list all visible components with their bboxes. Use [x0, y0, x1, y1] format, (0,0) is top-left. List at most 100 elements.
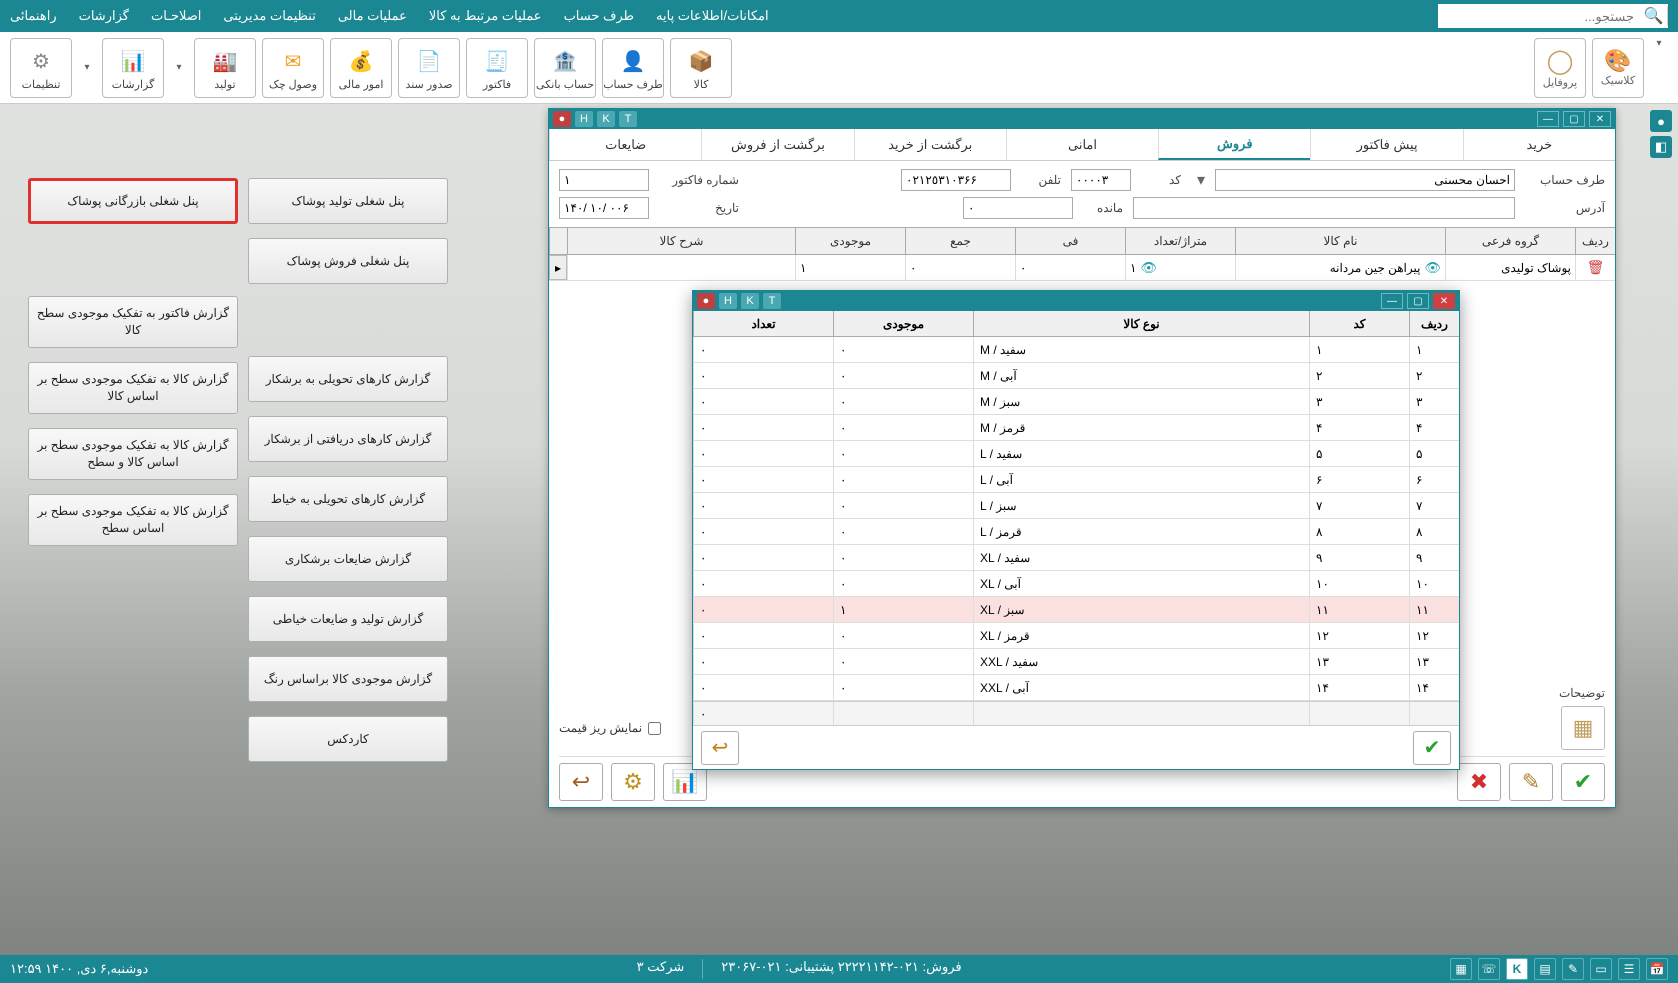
popup-row[interactable]: ١٣١٣XXL / سفید٠٠ — [693, 649, 1459, 675]
popup-dot-icon[interactable]: ● — [697, 293, 715, 309]
eye-icon-2[interactable]: 👁 — [1140, 260, 1157, 276]
tab-buy[interactable]: خرید — [1463, 129, 1615, 160]
popup-row[interactable]: ١١١١XL / سبز١٠ — [693, 597, 1459, 623]
popup-maximize[interactable]: ▢ — [1407, 293, 1429, 309]
search-input[interactable] — [1440, 5, 1640, 27]
kod-input[interactable] — [1071, 169, 1131, 191]
popup-row[interactable]: ٣٣M / سبز٠٠ — [693, 389, 1459, 415]
panel1-btn-2[interactable]: گزارش کالا به تفکیک موجودی سطح بر اساس ک… — [28, 362, 238, 414]
panel2-btn-3[interactable]: گزارش کارهای دریافتی از برشکار — [248, 416, 448, 462]
date-input[interactable] — [559, 197, 649, 219]
toolbar-settings[interactable]: ⚙تنظیمات — [10, 38, 72, 98]
status-icon-8[interactable]: 📅 — [1646, 958, 1668, 980]
classic-button[interactable]: 🎨 کلاسیک — [1592, 38, 1644, 98]
tel-input[interactable] — [901, 169, 1011, 191]
popup-exit-button[interactable]: ↩ — [701, 731, 739, 765]
status-icon-6[interactable]: ▭ — [1590, 958, 1612, 980]
popup-close[interactable]: ✕ — [1433, 293, 1455, 309]
panel2-btn-8[interactable]: کاردکس — [248, 716, 448, 762]
dot-icon[interactable]: ● — [553, 111, 571, 127]
close-button[interactable]: ✕ — [1589, 111, 1611, 127]
save-button[interactable]: ✔ — [1561, 763, 1605, 801]
popup-row[interactable]: ١۴١۴XXL / آبی٠٠ — [693, 675, 1459, 701]
edit-button[interactable]: ✎ — [1509, 763, 1553, 801]
grid-icon[interactable]: ▦ — [1561, 706, 1605, 750]
tab-waste[interactable]: ضایعات — [549, 129, 701, 160]
popup-row[interactable]: ٧٧L / سبز٠٠ — [693, 493, 1459, 519]
status-icon-4[interactable]: ▤ — [1534, 958, 1556, 980]
tab-return-sale[interactable]: برگشت از فروش — [701, 129, 853, 160]
menu-help[interactable]: راهنمائی — [10, 8, 57, 24]
toolbar-drop-production[interactable]: ▾ — [170, 38, 188, 98]
toolbar-cheque[interactable]: ✉وصول چک — [262, 38, 324, 98]
menu-finance[interactable]: عملیات مالی — [338, 8, 407, 24]
toolbar-sanad[interactable]: 📄صدور سند — [398, 38, 460, 98]
panel2-btn-0[interactable]: پنل شغلی تولید پوشاک — [248, 178, 448, 224]
status-icon-5[interactable]: ✎ — [1562, 958, 1584, 980]
title-btn-t[interactable]: T — [619, 111, 637, 127]
invoice-no-input[interactable] — [559, 169, 649, 191]
popup-grid-body[interactable]: ١١M / سفید٠٠٢٢M / آبی٠٠٣٣M / سبز٠٠۴۴M / … — [693, 337, 1459, 701]
menu-reports[interactable]: گزارشات — [79, 8, 129, 24]
panel2-btn-7[interactable]: گزارش موجودی کالا براساس رنگ — [248, 656, 448, 702]
panel2-btn-5[interactable]: گزارش ضایعات برشکاری — [248, 536, 448, 582]
exit-button[interactable]: ↩ — [559, 763, 603, 801]
side-user-icon[interactable]: ◧ — [1650, 136, 1672, 158]
toolbar-taraf[interactable]: 👤طرف حساب — [602, 38, 664, 98]
menu-admin[interactable]: تنظیمات مدیریتی — [223, 8, 315, 24]
popup-row[interactable]: ١٠١٠XL / آبی٠٠ — [693, 571, 1459, 597]
title-btn-k[interactable]: K — [597, 111, 615, 127]
toolbar-kala[interactable]: 📦کالا — [670, 38, 732, 98]
popup-btn-k[interactable]: K — [741, 293, 759, 309]
popup-minimize[interactable]: — — [1381, 293, 1403, 309]
status-icon-1[interactable]: ▦ — [1450, 958, 1472, 980]
panel1-btn-0[interactable]: پنل شغلی بازرگانی پوشاک — [28, 178, 238, 224]
toolbar-finance[interactable]: 💰امور مالی — [330, 38, 392, 98]
panel2-btn-4[interactable]: گزارش کارهای تحویلی به خیاط — [248, 476, 448, 522]
status-icon-2[interactable]: ☏ — [1478, 958, 1500, 980]
menu-correct[interactable]: اصلاحـات — [151, 8, 201, 24]
popup-btn-t[interactable]: T — [763, 293, 781, 309]
address-input[interactable] — [1133, 197, 1515, 219]
popup-row[interactable]: ٨٨L / قرمز٠٠ — [693, 519, 1459, 545]
popup-row[interactable]: ١١M / سفید٠٠ — [693, 337, 1459, 363]
menu-taraf[interactable]: طرف حساب — [564, 8, 634, 24]
tab-preinvoice[interactable]: پیش فاکتور — [1310, 129, 1462, 160]
tab-return-buy[interactable]: برگشت از خرید — [854, 129, 1006, 160]
dropdown-icon[interactable]: ▾ — [1191, 170, 1205, 190]
toolbar-bank[interactable]: 🏦حساب بانکی — [534, 38, 596, 98]
menu-basics[interactable]: امکانات/اطلاعات پایه — [656, 8, 769, 24]
mande-input[interactable] — [963, 197, 1073, 219]
toolbar-production[interactable]: 🏭تولید — [194, 38, 256, 98]
panel1-btn-3[interactable]: گزارش کالا به تفکیک موجودی سطح بر اساس ک… — [28, 428, 238, 480]
taraf-input[interactable] — [1215, 169, 1515, 191]
delete-button[interactable]: ✖ — [1457, 763, 1501, 801]
profile-drop-icon[interactable]: ▾ — [1650, 38, 1668, 49]
tab-consignment[interactable]: امانی — [1006, 129, 1158, 160]
toolbar-reports[interactable]: 📊گزارشات — [102, 38, 164, 98]
eye-icon[interactable]: 👁 — [1424, 260, 1441, 276]
trash-icon[interactable]: 🗑 — [1587, 259, 1605, 276]
toolbar-drop-reports[interactable]: ▾ — [78, 38, 96, 98]
search-icon[interactable]: 🔍 — [1640, 6, 1668, 26]
status-icon-k[interactable]: K — [1506, 958, 1528, 980]
popup-row[interactable]: ٩٩XL / سفید٠٠ — [693, 545, 1459, 571]
side-info-icon[interactable]: ● — [1650, 110, 1672, 132]
tab-sale[interactable]: فروش — [1158, 129, 1310, 160]
popup-row[interactable]: ۶۶L / آبی٠٠ — [693, 467, 1459, 493]
title-btn-h[interactable]: H — [575, 111, 593, 127]
popup-row[interactable]: ۴۴M / قرمز٠٠ — [693, 415, 1459, 441]
panel2-btn-6[interactable]: گزارش تولید و ضایعات خیاطی — [248, 596, 448, 642]
popup-btn-h[interactable]: H — [719, 293, 737, 309]
popup-row[interactable]: ۵۵L / سفید٠٠ — [693, 441, 1459, 467]
panel2-btn-1[interactable]: پنل شغلی فروش پوشاک — [248, 238, 448, 284]
profile-button[interactable]: ◯ پروفایل — [1534, 38, 1586, 98]
popup-row[interactable]: ٢٢M / آبی٠٠ — [693, 363, 1459, 389]
minimize-button[interactable]: — — [1537, 111, 1559, 127]
gc-desc[interactable] — [567, 255, 795, 280]
toolbar-invoice[interactable]: 🧾فاکتور — [466, 38, 528, 98]
popup-ok-button[interactable]: ✔ — [1413, 731, 1451, 765]
maximize-button[interactable]: ▢ — [1563, 111, 1585, 127]
invoice-grid-row[interactable]: 🗑 پوشاک تولیدی 👁پیراهن جین مردانه 👁١ ٠ ٠… — [549, 255, 1615, 281]
panel1-btn-1[interactable]: گزارش فاکتور به تفکیک موجودی سطح کالا — [28, 296, 238, 348]
